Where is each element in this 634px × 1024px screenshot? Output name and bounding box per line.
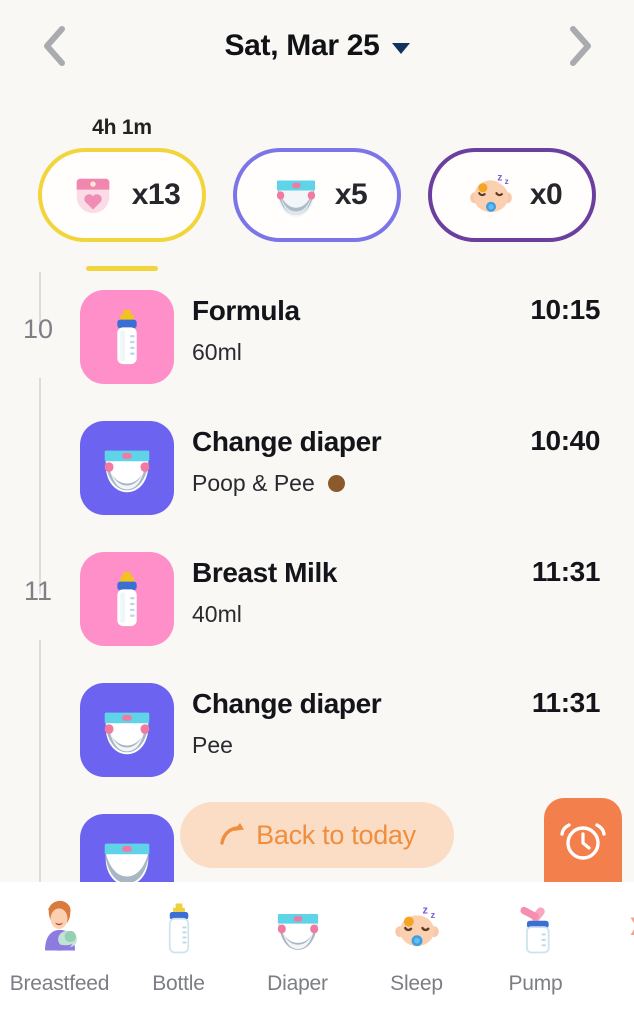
entry-icon-tile [80, 290, 174, 384]
alarm-fab-button[interactable] [544, 798, 622, 882]
diaper-icon [96, 437, 158, 499]
bib-icon [64, 166, 122, 224]
svg-text:z: z [422, 905, 428, 917]
selected-pill-indicator [86, 266, 158, 271]
summary-pill-cell-diaper: x5 [233, 148, 401, 242]
entry-text-group: Formula 60ml [192, 296, 300, 366]
nav-item-bottle[interactable]: Bottle [119, 896, 238, 996]
nav-label-diaper: Diaper [267, 972, 328, 996]
nav-item-weight[interactable]: W [595, 896, 634, 996]
list-item[interactable]: 11 Breast Milk 40ml 11:3 [0, 534, 634, 665]
entry-time: 10:15 [530, 294, 600, 326]
summary-pill-cell-sleep: z z x0 [428, 148, 596, 242]
entry-icon-tile [80, 683, 174, 777]
nav-item-pump[interactable]: Pump [476, 896, 595, 996]
caret-down-icon [392, 43, 410, 54]
entry-subtitle-row: 40ml [192, 601, 337, 628]
svg-text:z: z [504, 177, 508, 186]
nav-item-sleep[interactable]: z z Sleep [357, 896, 476, 996]
diaper-icon [96, 699, 158, 761]
diaper-icon [267, 166, 325, 224]
nav-item-diaper[interactable]: Diaper [238, 896, 357, 996]
poop-indicator-dot [328, 475, 345, 492]
alarm-clock-icon [557, 814, 609, 866]
hour-marker: 11 [14, 576, 62, 607]
entry-subtitle-row: 60ml [192, 339, 300, 366]
prev-day-button[interactable] [34, 22, 74, 70]
summary-pill-diaper[interactable]: x5 [233, 148, 401, 242]
list-item[interactable]: 10 Formula 60ml 10:15 [0, 272, 634, 403]
summary-pill-sleep[interactable]: z z x0 [428, 148, 596, 242]
entry-title: Formula [192, 296, 300, 327]
date-header: Sat, Mar 25 [0, 0, 634, 92]
pump-icon [504, 896, 568, 960]
sleep-count-label: x0 [530, 178, 562, 212]
entry-subtitle: 60ml [192, 339, 242, 366]
entry-subtitle: Pee [192, 732, 233, 759]
entry-icon-tile [80, 814, 174, 882]
entry-title: Breast Milk [192, 558, 337, 589]
back-to-today-label: Back to today [256, 820, 416, 851]
nav-item-breastfeed[interactable]: Breastfeed [0, 896, 119, 996]
diaper-icon [96, 830, 158, 882]
nav-label-sleep: Sleep [390, 972, 443, 996]
summary-pill-cell-feed: 4h 1m x13 [38, 148, 206, 242]
page-title: Sat, Mar 25 [224, 29, 379, 63]
summary-pill-row: 4h 1m x13 [0, 148, 634, 242]
summary-pill-feed[interactable]: x13 [38, 148, 206, 242]
feed-count-label: x13 [132, 178, 181, 212]
list-item[interactable]: Change diaper Poop & Pee 10:40 [0, 403, 634, 534]
entry-text-group: Change diaper Poop & Pee [192, 427, 381, 497]
entry-text-group: Breast Milk 40ml [192, 558, 337, 628]
entry-title: Change diaper [192, 689, 381, 720]
nav-label-breastfeed: Breastfeed [10, 972, 110, 996]
svg-text:z: z [430, 910, 435, 920]
chevron-left-icon [41, 24, 67, 68]
entry-subtitle: Poop & Pee [192, 470, 315, 497]
list-item[interactable]: Change diaper Pee 11:31 [0, 665, 634, 796]
date-selector[interactable]: Sat, Mar 25 [224, 29, 409, 63]
entry-text-group: Change diaper Pee [192, 689, 381, 759]
sleeping-baby-icon: z z [462, 166, 520, 224]
timeline-list[interactable]: 10 Formula 60ml 10:15 [0, 272, 634, 882]
chevron-right-icon [567, 24, 593, 68]
app-root: Sat, Mar 25 4h 1m x13 [0, 0, 634, 1024]
feed-duration-label: 4h 1m [38, 116, 206, 140]
entry-icon-tile [80, 421, 174, 515]
nav-label-pump: Pump [508, 972, 562, 996]
entry-icon-tile [80, 552, 174, 646]
diaper-icon [266, 896, 330, 960]
svg-text:z: z [497, 173, 502, 184]
weight-icon [616, 896, 634, 960]
bottom-nav: Breastfeed Bottle [0, 882, 634, 1024]
bottle-icon [96, 568, 158, 630]
entry-title: Change diaper [192, 427, 381, 458]
hour-marker: 10 [14, 314, 62, 345]
bottle-icon [147, 896, 211, 960]
entry-subtitle: 40ml [192, 601, 242, 628]
curved-arrow-icon [218, 821, 246, 849]
next-day-button[interactable] [560, 22, 600, 70]
diaper-count-label: x5 [335, 178, 367, 212]
entry-time: 11:31 [532, 687, 600, 719]
entry-subtitle-row: Pee [192, 732, 381, 759]
breastfeed-icon [28, 896, 92, 960]
entry-time: 10:40 [530, 425, 600, 457]
entry-subtitle-row: Poop & Pee [192, 470, 381, 497]
sleeping-baby-icon: z z [385, 896, 449, 960]
entry-time: 11:31 [532, 556, 600, 588]
back-to-today-button[interactable]: Back to today [180, 802, 454, 868]
bottle-icon [96, 306, 158, 368]
nav-label-bottle: Bottle [152, 972, 205, 996]
